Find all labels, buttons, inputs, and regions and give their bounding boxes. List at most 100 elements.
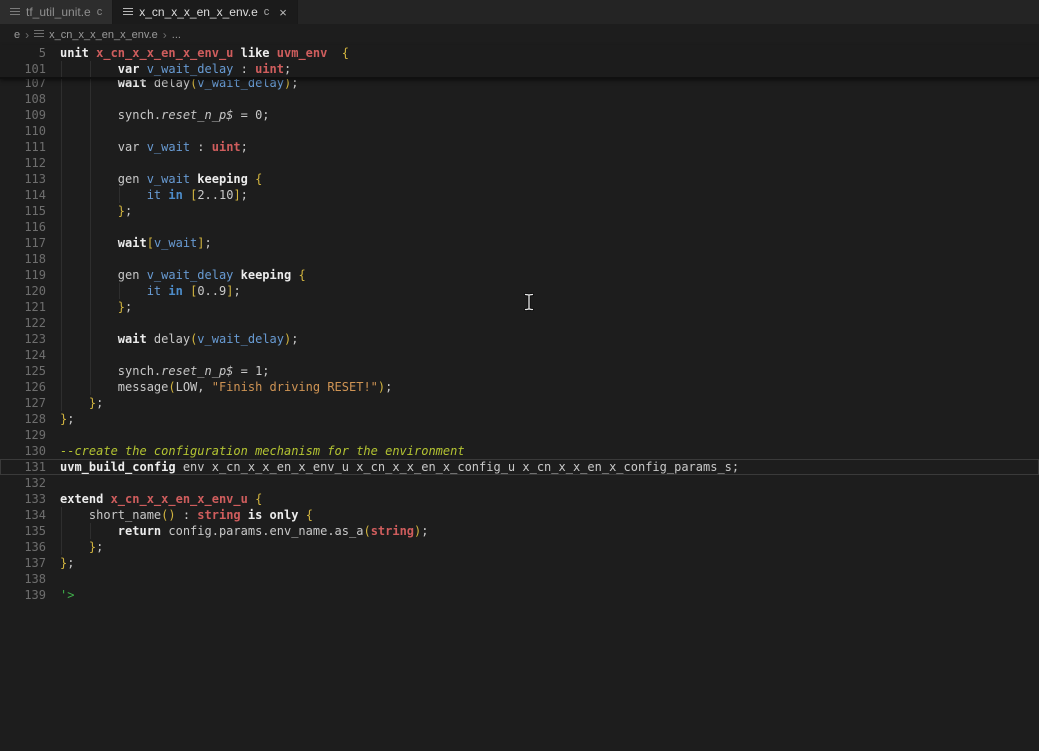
code-token: extend xyxy=(60,492,111,506)
code-token: ; xyxy=(96,396,103,410)
code-text: uvm_build_config env x_cn_x_x_en_x_env_u… xyxy=(60,459,739,475)
code-token: short_name xyxy=(60,508,161,522)
code-line-110[interactable]: 110 xyxy=(0,123,1039,139)
code-line-121[interactable]: 121 }; xyxy=(0,299,1039,315)
code-text: }; xyxy=(60,539,103,555)
code-line-111[interactable]: 111 var v_wait : uint; xyxy=(0,139,1039,155)
indent-guide xyxy=(90,219,91,235)
code-token: uint xyxy=(212,140,241,154)
line-number: 124 xyxy=(0,347,46,363)
breadcrumb-folder[interactable]: e xyxy=(14,29,20,41)
code-area[interactable]: 107 wait delay(v_wait_delay);108109 sync… xyxy=(0,75,1039,603)
code-line-113[interactable]: 113 gen v_wait keeping { xyxy=(0,171,1039,187)
code-token: { xyxy=(255,172,262,186)
breadcrumb-file[interactable]: x_cn_x_x_en_x_env.e xyxy=(49,29,158,41)
code-token xyxy=(248,492,255,506)
close-tab-icon[interactable]: × xyxy=(279,6,287,19)
code-token: { xyxy=(298,268,305,282)
line-number: 114 xyxy=(0,187,46,203)
code-line-134[interactable]: 134 short_name() : string is only { xyxy=(0,507,1039,523)
code-token: keeping xyxy=(190,172,255,186)
indent-guide xyxy=(61,219,62,235)
code-line-136[interactable]: 136 }; xyxy=(0,539,1039,555)
code-line-131[interactable]: 131uvm_build_config env x_cn_x_x_en_x_en… xyxy=(0,459,1039,475)
code-line-122[interactable]: 122 xyxy=(0,315,1039,331)
code-line-109[interactable]: 109 synch.reset_n_p$ = 0; xyxy=(0,107,1039,123)
indent-guide xyxy=(90,315,91,331)
code-line-139[interactable]: 139 '> xyxy=(0,587,1039,603)
code-line-108[interactable]: 108 xyxy=(0,91,1039,107)
code-line-5[interactable]: 5unit x_cn_x_x_en_x_env_u like uvm_env { xyxy=(0,45,1039,61)
indent-guide xyxy=(61,123,62,139)
code-token: = 0; xyxy=(233,108,269,122)
code-line-137[interactable]: 137}; xyxy=(0,555,1039,571)
code-token: : xyxy=(233,62,255,76)
code-text: short_name() : string is only { xyxy=(60,507,313,523)
code-token: string xyxy=(197,508,240,522)
code-text: var v_wait : uint; xyxy=(60,139,248,155)
code-text: '> xyxy=(60,587,74,603)
code-text: synch.reset_n_p$ = 1; xyxy=(60,363,270,379)
code-token: unit xyxy=(60,46,96,60)
code-token: in xyxy=(168,188,182,202)
code-text: return config.params.env_name.as_a(strin… xyxy=(60,523,429,539)
code-line-125[interactable]: 125 synch.reset_n_p$ = 1; xyxy=(0,363,1039,379)
code-line-124[interactable]: 124 xyxy=(0,347,1039,363)
code-token: v_wait xyxy=(147,140,190,154)
code-line-120[interactable]: 120 it in [0..9]; xyxy=(0,283,1039,299)
tab-x-cn-env[interactable]: x_cn_x_x_en_x_env.e c × xyxy=(113,0,298,24)
code-text: message(LOW, "Finish driving RESET!"); xyxy=(60,379,392,395)
breadcrumb-symbol-ellipsis[interactable]: ... xyxy=(172,29,181,41)
code-token: ; xyxy=(421,524,428,538)
code-text: unit x_cn_x_x_en_x_env_u like uvm_env { xyxy=(60,45,349,61)
code-text: }; xyxy=(60,411,74,427)
code-token: gen xyxy=(60,268,147,282)
code-token xyxy=(60,236,118,250)
indent-guide xyxy=(90,251,91,267)
code-line-126[interactable]: 126 message(LOW, "Finish driving RESET!"… xyxy=(0,379,1039,395)
chevron-right-icon: › xyxy=(163,28,167,42)
code-token xyxy=(183,188,190,202)
code-line-119[interactable]: 119 gen v_wait_delay keeping { xyxy=(0,267,1039,283)
code-token: '> xyxy=(60,588,74,602)
code-token: uint xyxy=(255,62,284,76)
indent-guide xyxy=(61,251,62,267)
code-line-123[interactable]: 123 wait delay(v_wait_delay); xyxy=(0,331,1039,347)
code-line-101[interactable]: 101 var v_wait_delay : uint; xyxy=(0,61,1039,77)
code-line-129[interactable]: 129 xyxy=(0,427,1039,443)
code-token xyxy=(60,540,89,554)
code-line-117[interactable]: 117 wait[v_wait]; xyxy=(0,235,1039,251)
code-line-112[interactable]: 112 xyxy=(0,155,1039,171)
code-line-135[interactable]: 135 return config.params.env_name.as_a(s… xyxy=(0,523,1039,539)
line-number: 138 xyxy=(0,571,46,587)
code-token xyxy=(60,62,118,76)
code-line-138[interactable]: 138 xyxy=(0,571,1039,587)
line-number: 111 xyxy=(0,139,46,155)
code-token xyxy=(60,204,118,218)
tab-language-badge: c xyxy=(97,6,103,18)
code-token xyxy=(183,284,190,298)
code-token: ; xyxy=(205,236,212,250)
code-token: ; xyxy=(125,204,132,218)
code-line-116[interactable]: 116 xyxy=(0,219,1039,235)
code-line-114[interactable]: 114 it in [2..10]; xyxy=(0,187,1039,203)
code-line-133[interactable]: 133extend x_cn_x_x_en_x_env_u { xyxy=(0,491,1039,507)
code-token: message xyxy=(60,380,168,394)
code-line-115[interactable]: 115 }; xyxy=(0,203,1039,219)
code-line-118[interactable]: 118 xyxy=(0,251,1039,267)
code-token: 0..9 xyxy=(197,284,226,298)
code-line-132[interactable]: 132 xyxy=(0,475,1039,491)
code-token: v_wait_delay xyxy=(147,268,234,282)
code-token: var xyxy=(118,62,147,76)
tab-tf-util-unit[interactable]: tf_util_unit.e c xyxy=(0,0,113,24)
line-number: 136 xyxy=(0,539,46,555)
code-line-127[interactable]: 127 }; xyxy=(0,395,1039,411)
indent-guide xyxy=(61,155,62,171)
code-text: }; xyxy=(60,555,74,571)
line-number: 137 xyxy=(0,555,46,571)
code-text: --create the configuration mechanism for… xyxy=(60,443,465,459)
code-token: x_cn_x_x_en_x_env_u xyxy=(111,492,248,506)
line-number: 139 xyxy=(0,587,46,603)
code-line-130[interactable]: 130--create the configuration mechanism … xyxy=(0,443,1039,459)
code-line-128[interactable]: 128}; xyxy=(0,411,1039,427)
